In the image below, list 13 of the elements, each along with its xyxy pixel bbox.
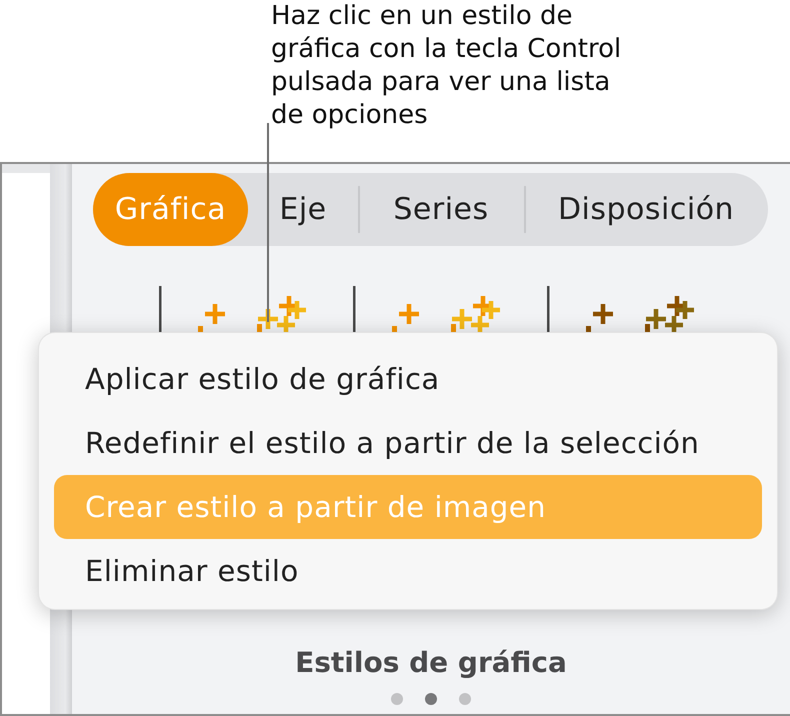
tab[interactable]: Series [358, 173, 524, 246]
tab[interactable]: Eje [248, 173, 358, 246]
page-dot[interactable] [391, 693, 403, 705]
page-dot[interactable] [425, 693, 437, 705]
section-title: Estilos de gráfica [295, 645, 567, 681]
scatter-style-drawing[interactable] [546, 283, 696, 332]
tab[interactable]: Disposición [524, 173, 768, 246]
menu-item[interactable]: Aplicar estilo de gráfica [54, 347, 762, 411]
menu-item[interactable]: Redefinir el estilo a partir de la selección [54, 411, 762, 475]
callout-text: Haz clic en un estilo de gráfica con la tecla Control pulsada para ver una lista de opciones [271, 0, 622, 132]
scatter-style-drawing[interactable] [158, 283, 308, 332]
menu-item[interactable]: Eliminar estilo [54, 539, 762, 603]
page-dot[interactable] [459, 693, 471, 705]
